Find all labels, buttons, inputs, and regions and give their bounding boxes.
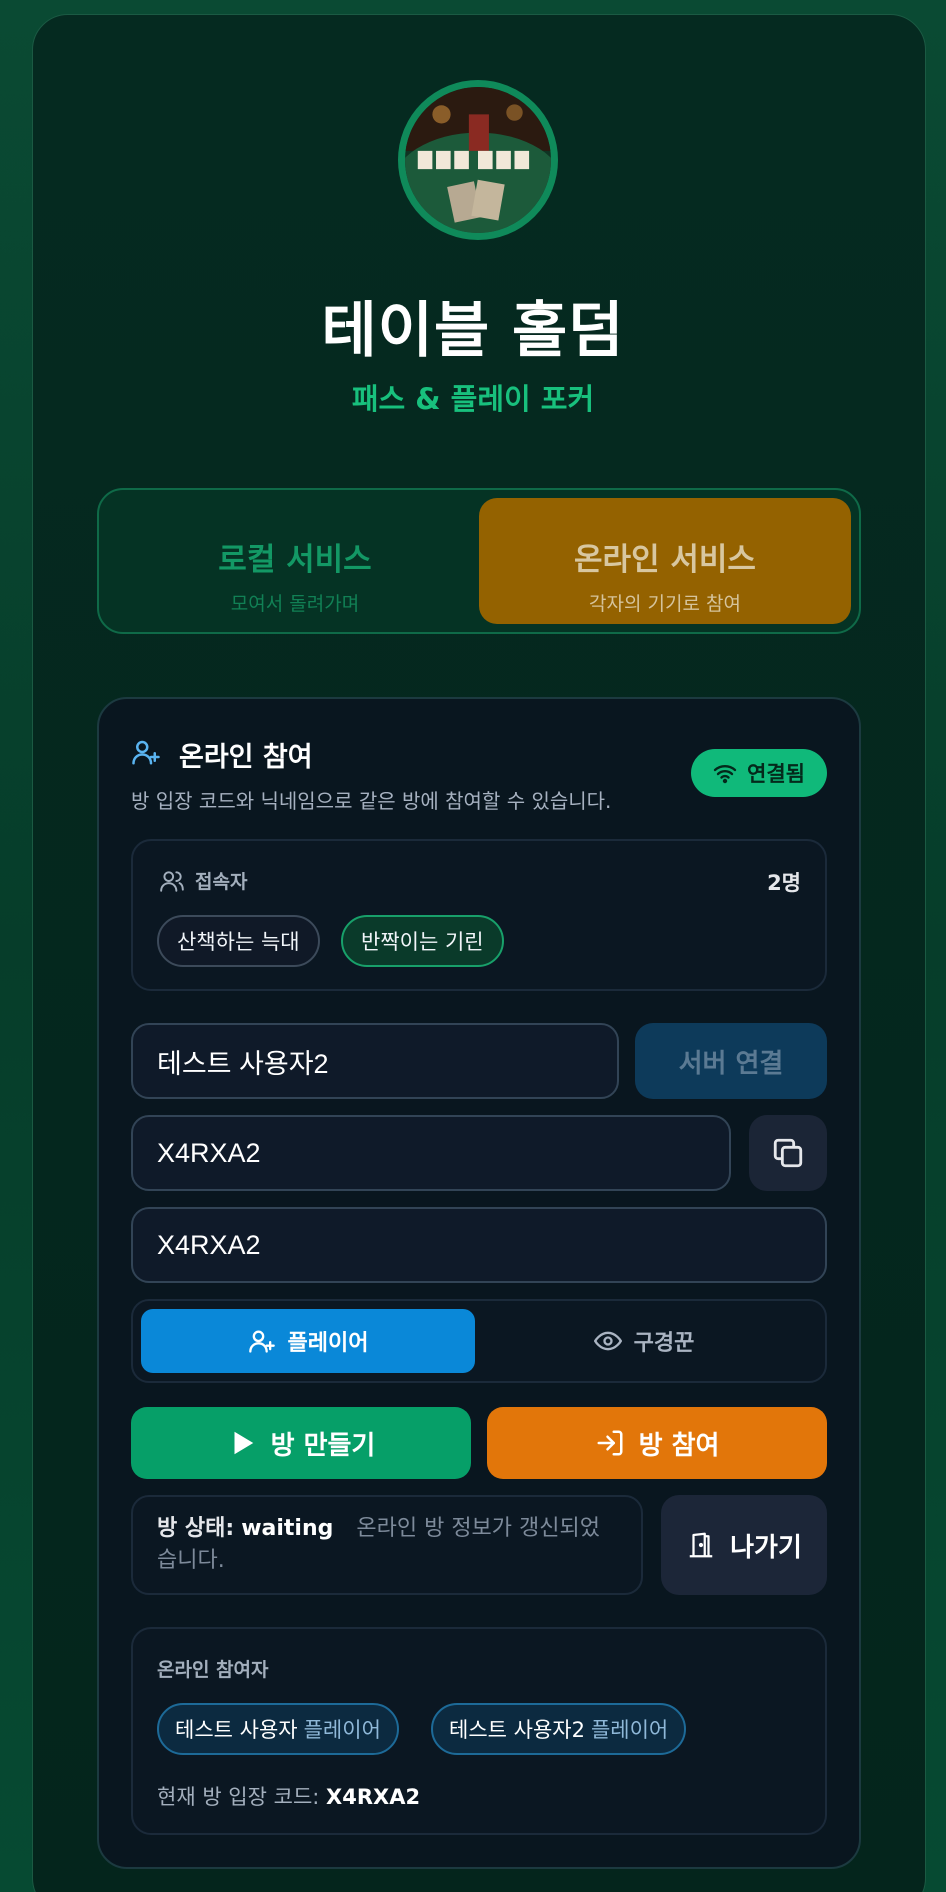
- online-service-title: 온라인 서비스: [574, 542, 756, 578]
- role-spectator-label: 구경꾼: [633, 1331, 695, 1356]
- create-room-button[interactable]: 방 만들기: [131, 1407, 471, 1479]
- app-title: 테이블 홀덤: [321, 296, 625, 366]
- local-service-tab[interactable]: 로컬 서비스 모여서 돌려가며: [109, 498, 481, 624]
- connection-status-label: 연결됨: [747, 762, 805, 786]
- users-icon: [160, 870, 184, 892]
- play-icon: [234, 1431, 253, 1455]
- room-status-label: 방 상태:: [157, 1516, 235, 1541]
- user-plus-icon: [248, 1330, 275, 1353]
- online-service-subtitle: 각자의 기기로 참여: [589, 593, 741, 615]
- users-label-text: 접속자: [195, 871, 248, 893]
- current-code-value: X4RXA2: [326, 1785, 421, 1809]
- local-service-subtitle: 모여서 돌려가며: [230, 593, 360, 615]
- participant-chip: 테스트 사용자2 플레이어: [431, 1703, 687, 1755]
- room-code-field[interactable]: X4RXA2: [131, 1115, 731, 1191]
- online-join-panel: 온라인 참여 방 입장 코드와 닉네임으로 같은 방에 참여할 수 있습니다. …: [97, 697, 861, 1869]
- app-subtitle: 패스 & 플레이 포커: [351, 382, 595, 416]
- join-room-button[interactable]: 방 참여: [487, 1407, 827, 1479]
- create-room-label: 방 만들기: [270, 1430, 376, 1461]
- panel-description: 방 입장 코드와 닉네임으로 같은 방에 참여할 수 있습니다.: [131, 789, 612, 813]
- role-spectator-tab[interactable]: 구경꾼: [477, 1309, 811, 1373]
- room-status-box: 방 상태: waiting 온라인 방 정보가 갱신되었습니다.: [131, 1495, 643, 1595]
- copy-icon: [773, 1138, 803, 1168]
- role-player-label: 플레이어: [287, 1331, 369, 1356]
- join-code-input[interactable]: X4RXA2: [131, 1207, 827, 1283]
- connected-users-label: 접속자: [159, 867, 247, 894]
- current-room-code: 현재 방 입장 코드: X4RXA2: [157, 1781, 420, 1811]
- participant-name: 테스트 사용자: [175, 1718, 298, 1742]
- server-connect-button[interactable]: 서버 연결: [635, 1023, 827, 1099]
- user-chip: 산책하는 늑대: [157, 915, 320, 967]
- leave-label: 나가기: [730, 1532, 802, 1563]
- users-count: 2명: [767, 871, 801, 895]
- copy-code-button[interactable]: [749, 1115, 827, 1191]
- current-code-label: 현재 방 입장 코드:: [157, 1785, 320, 1809]
- wifi-icon: [713, 765, 737, 784]
- panel-title: 온라인 참여: [179, 742, 313, 773]
- nickname-input[interactable]: 테스트 사용자2: [131, 1023, 619, 1099]
- service-mode-switch: 로컬 서비스 모여서 돌려가며 온라인 서비스 각자의 기기로 참여: [97, 488, 861, 634]
- log-in-icon: [597, 1430, 623, 1456]
- user-plus-icon: [132, 740, 160, 765]
- participant-chip: 테스트 사용자 플레이어: [157, 1703, 399, 1755]
- local-service-title: 로컬 서비스: [218, 542, 372, 578]
- poker-table-logo: [398, 80, 558, 240]
- online-participants-box: 온라인 참여자 테스트 사용자 플레이어 테스트 사용자2 플레이어 현재 방 …: [131, 1627, 827, 1835]
- eye-icon: [593, 1331, 622, 1351]
- participant-role: 플레이어: [303, 1718, 381, 1742]
- connected-users-box: 접속자 2명 산책하는 늑대 반짝이는 기린: [131, 839, 827, 991]
- role-player-tab[interactable]: 플레이어: [141, 1309, 475, 1373]
- online-service-tab[interactable]: 온라인 서비스 각자의 기기로 참여: [479, 498, 851, 624]
- room-status-value: waiting: [241, 1516, 334, 1541]
- connection-status-badge: 연결됨: [691, 749, 827, 797]
- participants-label: 온라인 참여자: [157, 1659, 269, 1681]
- user-chip-self: 반짝이는 기린: [341, 915, 504, 967]
- role-switch: 플레이어 구경꾼: [131, 1299, 827, 1383]
- door-icon: [689, 1532, 713, 1558]
- leave-button[interactable]: 나가기: [661, 1495, 827, 1595]
- participant-role: 플레이어: [590, 1718, 669, 1742]
- participant-name: 테스트 사용자2: [449, 1718, 585, 1742]
- join-room-label: 방 참여: [638, 1430, 720, 1461]
